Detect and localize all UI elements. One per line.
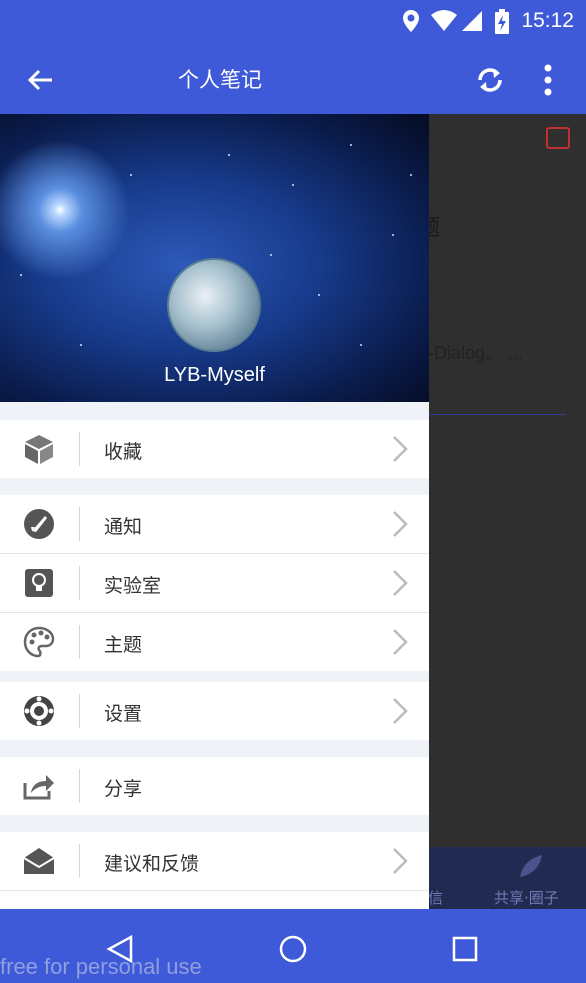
background-snippet: -Dialog。 ... <box>428 343 524 363</box>
status-bar: 15:12 <box>0 0 586 44</box>
menu-label: 设置 <box>104 703 143 725</box>
chevron-right-icon <box>393 848 408 874</box>
square-recents-icon <box>452 936 478 962</box>
more-vert-icon <box>544 64 552 96</box>
chevron-right-icon <box>393 570 408 596</box>
location-icon <box>403 10 419 32</box>
tab-label-messages: 信 <box>428 889 444 907</box>
cube-icon <box>21 433 57 465</box>
tab-label-share-circle: 共享·圈子 <box>494 889 559 907</box>
battery-icon <box>495 9 509 34</box>
menu-item-lab[interactable]: 实验室 <box>0 554 429 612</box>
menu-item-partial[interactable] <box>0 891 429 909</box>
back-arrow-icon <box>27 69 52 91</box>
circle-home-icon <box>279 935 307 963</box>
palette-icon <box>21 626 57 658</box>
chevron-right-icon <box>393 698 408 724</box>
more-options-button[interactable] <box>526 58 570 102</box>
menu-label: 主题 <box>104 634 143 656</box>
navigation-drawer: LYB-Myself 收藏 通知 实验室 主题 设置 分享 建议和反馈 <box>0 114 429 909</box>
sync-button[interactable] <box>468 58 512 102</box>
menu-label: 收藏 <box>104 441 143 463</box>
drawer-header: LYB-Myself <box>0 114 429 402</box>
signal-icon <box>462 11 482 31</box>
nav-recents-button[interactable] <box>445 929 485 969</box>
sync-icon <box>478 68 502 92</box>
chevron-right-icon <box>393 629 408 655</box>
menu-item-feedback[interactable]: 建议和反馈 <box>0 832 429 890</box>
menu-item-notifications[interactable]: 通知 <box>0 495 429 553</box>
background-divider <box>428 414 566 415</box>
menu-label: 通知 <box>104 516 143 538</box>
bulb-icon <box>21 567 57 599</box>
watermark: free for personal use <box>0 954 202 979</box>
menu-item-favorites[interactable]: 收藏 <box>0 420 429 478</box>
menu-item-settings[interactable]: 设置 <box>0 682 429 740</box>
menu-label: 建议和反馈 <box>104 853 200 875</box>
mail-icon <box>21 845 57 877</box>
share-small-icon <box>546 127 570 149</box>
menu-item-theme[interactable]: 主题 <box>0 613 429 671</box>
rocket-icon <box>21 508 57 540</box>
status-time: 15:12 <box>521 9 574 32</box>
share-icon <box>21 770 57 802</box>
menu-label: 实验室 <box>104 575 162 597</box>
avatar[interactable] <box>167 258 261 352</box>
leaf-icon <box>520 855 542 877</box>
menu-item-share[interactable]: 分享 <box>0 757 429 815</box>
back-button[interactable] <box>18 58 62 102</box>
chevron-right-icon <box>393 511 408 537</box>
app-bar: 个人笔记 <box>0 44 586 114</box>
page-title: 个人笔记 <box>178 68 262 92</box>
chevron-right-icon <box>393 436 408 462</box>
nav-home-button[interactable] <box>273 929 313 969</box>
gear-icon <box>21 695 57 727</box>
username: LYB-Myself <box>164 364 265 386</box>
wifi-icon <box>431 10 457 31</box>
menu-label: 分享 <box>104 778 143 800</box>
